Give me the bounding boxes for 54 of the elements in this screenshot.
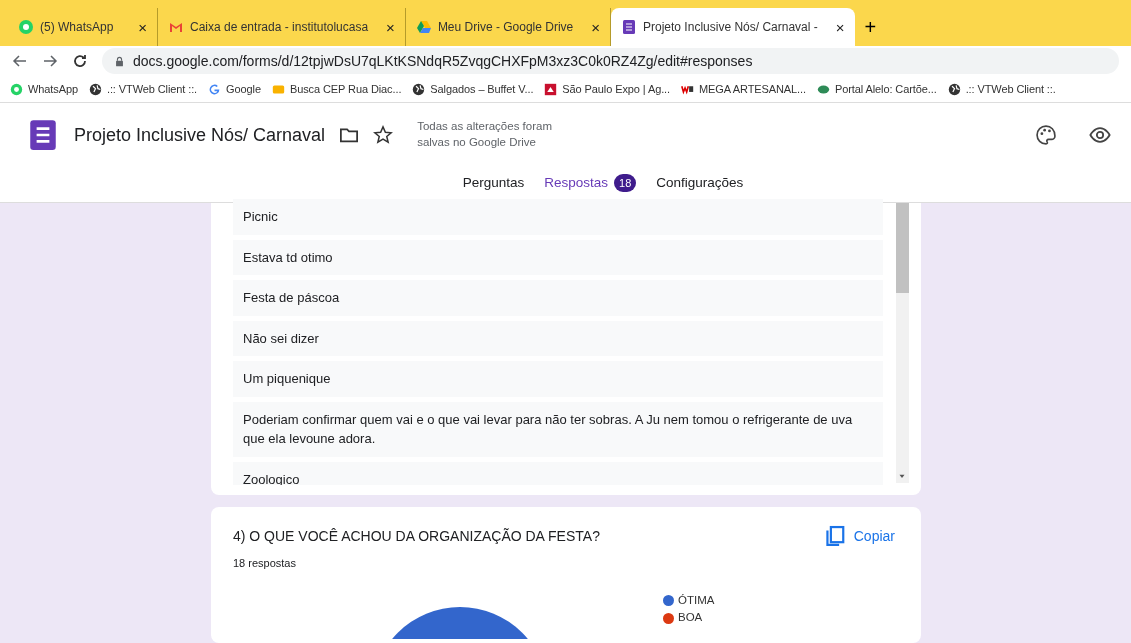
globe-icon [88, 82, 102, 96]
question-title: 4) O QUE VOCÊ ACHOU DA ORGANIZAÇÃO DA FESTA? [233, 526, 600, 546]
forward-icon [42, 53, 58, 69]
bookmark[interactable]: Busca CEP Rua Diac... [271, 80, 402, 98]
close-button[interactable]: × [138, 19, 147, 35]
drive-icon [415, 19, 432, 35]
close-button[interactable]: × [591, 19, 600, 35]
address-bar[interactable]: docs.google.com/forms/d/12tpjwDsU7qLKtKSNdqR5ZvqgCHXFpM3xz3C0k0RZ4Zg/edit#responses [102, 48, 1119, 74]
response-text: Poderiam confirmar quem vai e o que vai levar para não ter sobras. A Ju nem tomou o refrigerante de uva que ela levoune adora. [233, 401, 883, 457]
whatsapp-icon [18, 19, 34, 35]
tab-title: Projeto Inclusive Nós/ Carnaval - [643, 19, 818, 36]
scrollbar[interactable] [896, 203, 909, 483]
palette-icon [1035, 124, 1057, 146]
response-count: 18 respostas [233, 556, 297, 571]
back-icon [12, 53, 28, 69]
copy-icon [823, 525, 846, 547]
response-text: Festa de páscoa [233, 280, 883, 316]
bookmark[interactable]: .:: VTWeb Client ::. [88, 80, 198, 98]
response-text: Estava td otimo [233, 239, 883, 275]
tab-title: Caixa de entrada - institutolucasa [190, 19, 369, 36]
bookmark[interactable]: Google [208, 80, 261, 98]
globe-icon [412, 82, 426, 96]
count-badge: 18 [614, 173, 637, 193]
response-text: Um piquenique [233, 361, 883, 397]
bookmark[interactable]: Portal Alelo: Cartõe... [816, 80, 937, 98]
save-status: Todas as alterações foram salvas no Google Drive [417, 119, 553, 150]
new-tab-button[interactable]: + [854, 8, 887, 46]
reload-icon [72, 53, 88, 69]
response-text: Picnic [233, 199, 883, 235]
response-text: Não sei dizer [233, 320, 883, 356]
form-tab[interactable]: Configurações [646, 167, 754, 202]
legend-label: BOA [678, 610, 703, 626]
form-icon [621, 19, 637, 35]
bookmark[interactable]: .:: VTWeb Client ::. [947, 80, 1056, 98]
tab-title: Meu Drive - Google Drive [437, 19, 574, 36]
form-title: Projeto Inclusive Nós/ Carnaval [74, 123, 326, 147]
bookmark[interactable]: São Paulo Expo | Ag... [544, 80, 671, 98]
copy-button[interactable]: Copiar [823, 525, 895, 547]
bookmark[interactable]: Salgados – Buffet V... [412, 80, 534, 98]
globe-icon [947, 82, 961, 96]
star-icon [373, 125, 394, 145]
lock-icon [114, 55, 125, 67]
url-text: docs.google.com/forms/d/12tpjwDsU7qLKtKSNdqR5ZvqgCHXFpM3xz3C0k0RZ4Zg/edit#responses [133, 51, 753, 71]
preview-icon [1089, 124, 1111, 146]
form-tab[interactable]: Perguntas [452, 167, 535, 202]
bookmark[interactable]: MEGA ARTESANAL... [681, 80, 806, 98]
browser-tab[interactable]: Projeto Inclusive Nós/ Carnaval - × [611, 8, 855, 46]
legend-label: ÓTIMA [678, 592, 715, 608]
google-icon [208, 82, 222, 96]
tab-title: (5) WhatsApp [40, 19, 115, 36]
close-button[interactable]: × [835, 19, 845, 35]
whatsapp-icon [10, 82, 23, 96]
close-button[interactable]: × [386, 19, 395, 35]
bookmark[interactable]: WhatsApp [10, 80, 78, 98]
